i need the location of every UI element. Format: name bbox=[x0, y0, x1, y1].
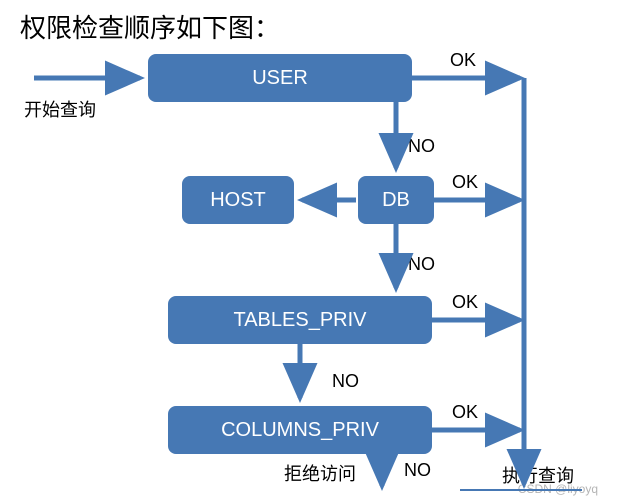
arrows-layer bbox=[0, 0, 626, 502]
diagram-container: 权限检查顺序如下图： USER HOST DB TABLES_PRIV COLU… bbox=[0, 0, 626, 502]
